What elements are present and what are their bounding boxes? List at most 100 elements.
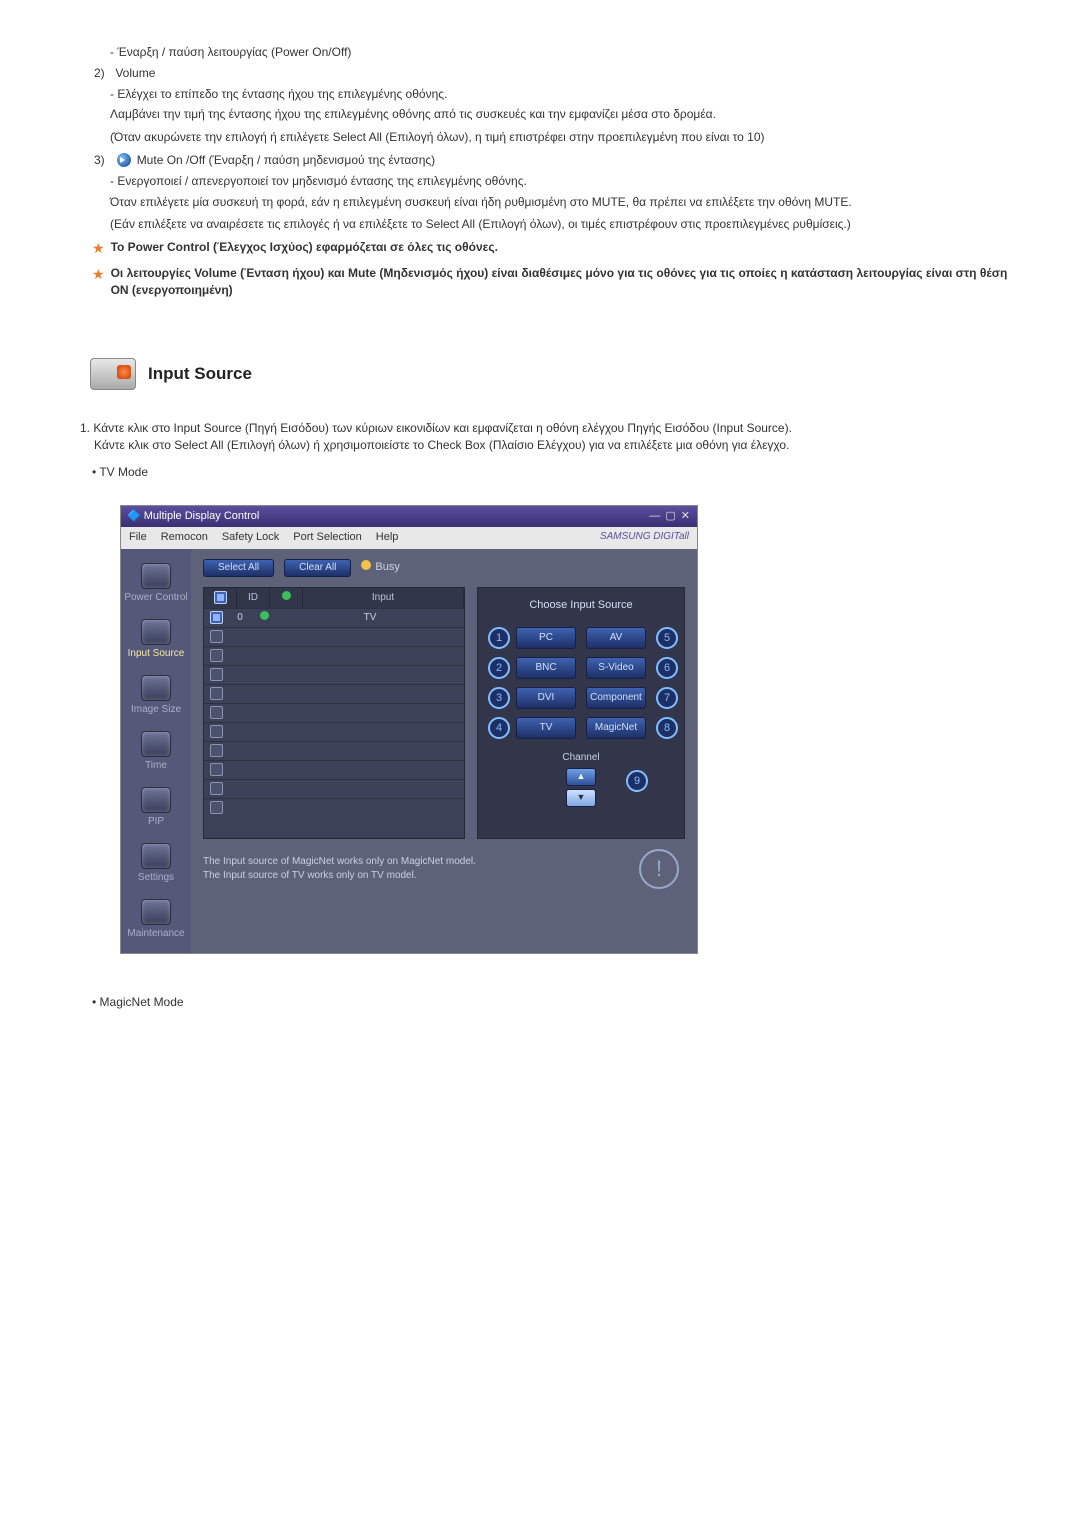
col-check[interactable] xyxy=(204,588,237,608)
section-heading: Input Source xyxy=(90,358,1020,390)
busy-label: Busy xyxy=(375,561,399,573)
num-3-label: 3) xyxy=(94,152,112,169)
source-bnc-button[interactable]: BNC xyxy=(516,657,576,679)
sidebar-item-time[interactable]: Time xyxy=(121,723,191,779)
source-svideo-button[interactable]: S-Video xyxy=(586,657,646,679)
sidebar: Power Control Input Source Image Size Ti… xyxy=(121,549,191,953)
section-para: 1. Κάντε κλικ στο Input Source (Πηγή Εισ… xyxy=(80,420,1020,454)
row-checkbox[interactable] xyxy=(210,744,223,757)
menu-remocon[interactable]: Remocon xyxy=(161,530,208,545)
bullet-tvmode: • TV Mode xyxy=(92,464,1020,481)
callout-3: 3 xyxy=(488,687,510,709)
source-tv-button[interactable]: TV xyxy=(516,717,576,739)
mute-p3: (Εάν επιλέξετε να αναιρέσετε τις επιλογέ… xyxy=(110,216,1020,233)
sidebar-item-maintenance[interactable]: Maintenance xyxy=(121,891,191,947)
info-icon: ! xyxy=(639,849,679,889)
source-av-button[interactable]: AV xyxy=(586,627,646,649)
source-component-button[interactable]: Component xyxy=(586,687,646,709)
plug-icon xyxy=(141,563,171,589)
table-row[interactable] xyxy=(204,684,464,703)
row-checkbox[interactable] xyxy=(210,782,223,795)
row-checkbox[interactable] xyxy=(210,611,223,624)
table-row[interactable] xyxy=(204,760,464,779)
row-checkbox[interactable] xyxy=(210,649,223,662)
callout-8: 8 xyxy=(656,717,678,739)
sidebar-label: Image Size xyxy=(131,704,181,715)
row-checkbox[interactable] xyxy=(210,630,223,643)
table-row[interactable] xyxy=(204,703,464,722)
channel-down-button[interactable]: ▼ xyxy=(566,789,596,807)
volume-p2: Λαμβάνει την τιμή της έντασης ήχου της ε… xyxy=(110,106,1020,123)
sidebar-item-input-source[interactable]: Input Source xyxy=(121,611,191,667)
channel-label: Channel xyxy=(562,751,599,765)
section-title: Input Source xyxy=(148,362,252,386)
window-controls[interactable]: — ▢ ✕ xyxy=(649,509,691,524)
source-pc-button[interactable]: PC xyxy=(516,627,576,649)
table-row[interactable] xyxy=(204,722,464,741)
star-note-1: ★ Το Power Control (Έλεγχος Ισχύος) εφαρ… xyxy=(92,239,1020,259)
table-row[interactable] xyxy=(204,741,464,760)
row-checkbox[interactable] xyxy=(210,725,223,738)
row-id: 0 xyxy=(228,611,252,625)
menu-help[interactable]: Help xyxy=(376,530,399,545)
select-all-button[interactable]: Select All xyxy=(203,559,274,577)
row-checkbox[interactable] xyxy=(210,801,223,814)
menu-port-selection[interactable]: Port Selection xyxy=(293,530,361,545)
table-row[interactable] xyxy=(204,665,464,684)
channel-up-button[interactable]: ▲ xyxy=(566,768,596,786)
table-row[interactable] xyxy=(204,779,464,798)
main-panel: Select All Clear All Busy ID Input 0TV C… xyxy=(191,549,697,953)
power-onoff-line: - Έναρξη / παύση λειτουργίας (Power On/O… xyxy=(110,44,1020,61)
table-row[interactable] xyxy=(204,627,464,646)
window-title: Multiple Display Control xyxy=(144,510,260,522)
source-dvi-button[interactable]: DVI xyxy=(516,687,576,709)
sidebar-item-settings[interactable]: Settings xyxy=(121,835,191,891)
volume-label: Volume xyxy=(115,66,155,80)
volume-item: 2) Volume xyxy=(94,65,1020,82)
num-2-label: 2) xyxy=(94,65,112,82)
busy-indicator: Busy xyxy=(361,560,399,575)
note-line-2: The Input source of TV works only on TV … xyxy=(203,869,476,883)
col-id: ID xyxy=(237,588,270,608)
callout-7: 7 xyxy=(656,687,678,709)
wrench-icon xyxy=(141,899,171,925)
mute-p1: - Ενεργοποιεί / απενεργοποιεί τον μηδενι… xyxy=(110,173,1020,190)
sidebar-label: Power Control xyxy=(124,592,187,603)
callout-9: 9 xyxy=(626,770,648,792)
row-checkbox[interactable] xyxy=(210,706,223,719)
star2-text: Οι λειτουργίες Volume (Ένταση ήχου) και … xyxy=(111,265,1020,299)
star-icon: ★ xyxy=(92,239,105,259)
row-checkbox[interactable] xyxy=(210,687,223,700)
callout-2: 2 xyxy=(488,657,510,679)
clear-all-button[interactable]: Clear All xyxy=(284,559,351,577)
sidebar-item-power-control[interactable]: Power Control xyxy=(121,555,191,611)
star1-text: Το Power Control (Έλεγχος Ισχύος) εφαρμό… xyxy=(111,239,498,256)
speaker-icon xyxy=(117,153,131,167)
menubar: File Remocon Safety Lock Port Selection … xyxy=(121,527,697,548)
table-row[interactable] xyxy=(204,646,464,665)
sidebar-label: Maintenance xyxy=(127,928,184,939)
monitor-icon xyxy=(90,358,136,390)
sidebar-item-image-size[interactable]: Image Size xyxy=(121,667,191,723)
table-row[interactable]: 0 TV xyxy=(204,608,464,627)
source-magicnet-button[interactable]: MagicNet xyxy=(586,717,646,739)
row-checkbox[interactable] xyxy=(210,763,223,776)
input-icon xyxy=(141,619,171,645)
menu-file[interactable]: File xyxy=(129,530,147,545)
mute-label: Mute On /Off (Έναρξη / παύση μηδενισμού … xyxy=(137,153,435,167)
footer-note: The Input source of MagicNet works only … xyxy=(203,849,685,889)
row-checkbox[interactable] xyxy=(210,668,223,681)
panel-title: Choose Input Source xyxy=(488,598,674,613)
display-grid: ID Input 0TV xyxy=(203,587,465,839)
window-titlebar: 🔷 Multiple Display Control — ▢ ✕ xyxy=(121,506,697,527)
sidebar-item-pip[interactable]: PIP xyxy=(121,779,191,835)
mute-p2: Όταν επιλέγετε μία συσκευή τη φορά, εάν … xyxy=(110,194,1020,211)
image-size-icon xyxy=(141,675,171,701)
app-screenshot: 🔷 Multiple Display Control — ▢ ✕ File Re… xyxy=(120,505,698,954)
table-row[interactable] xyxy=(204,798,464,817)
row-input-value: TV xyxy=(276,611,464,625)
callout-5: 5 xyxy=(656,627,678,649)
sidebar-label: Settings xyxy=(138,872,174,883)
menu-safety-lock[interactable]: Safety Lock xyxy=(222,530,279,545)
bullet-mn-text: MagicNet Mode xyxy=(100,995,184,1009)
